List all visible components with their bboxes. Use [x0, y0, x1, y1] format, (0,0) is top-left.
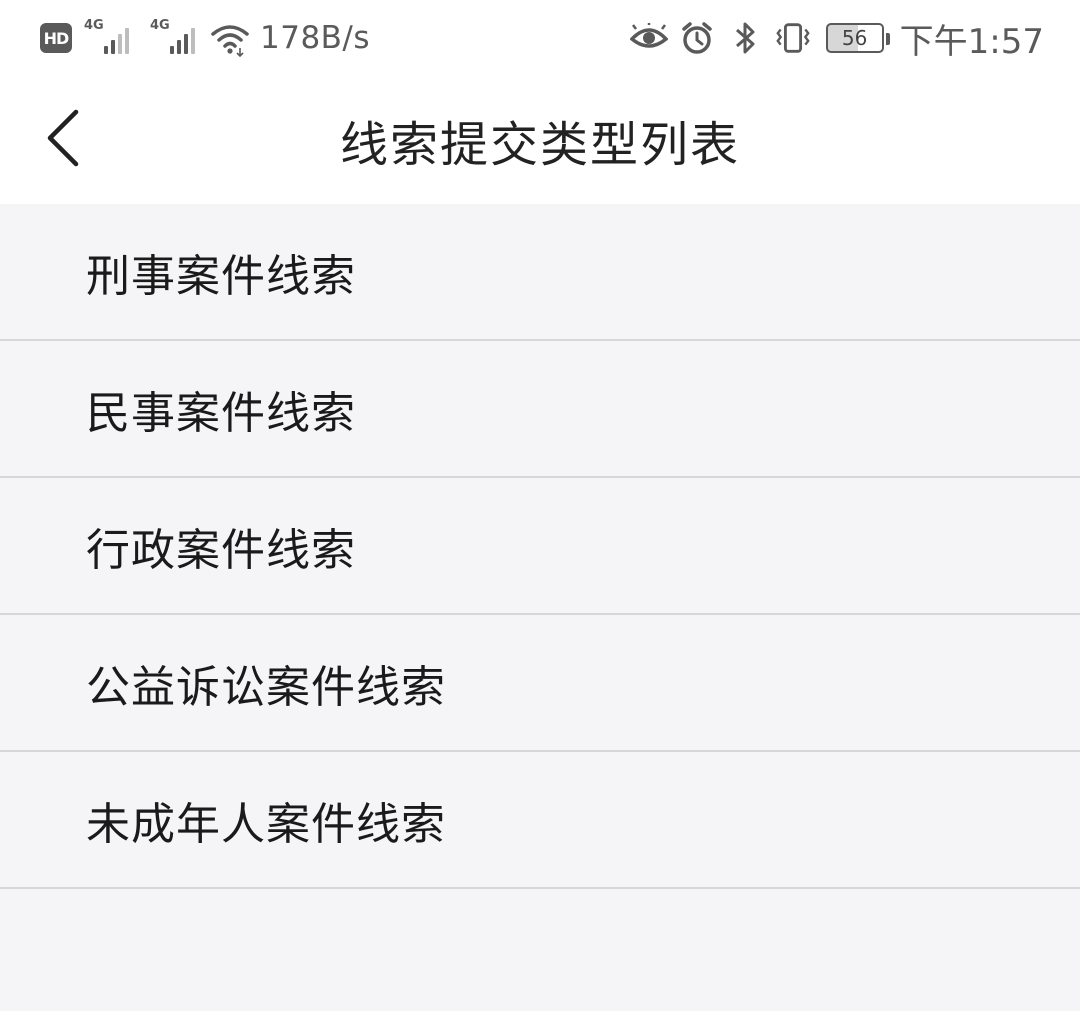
nav-bar: 线索提交类型列表: [0, 76, 1080, 204]
hd-badge: HD: [40, 23, 72, 53]
status-bar-left: HD 4G 4G 178B/s: [40, 0, 370, 76]
bluetooth-icon: [726, 19, 764, 57]
cellular-signal-icon-2: 4G: [148, 18, 204, 58]
wifi-icon: [211, 25, 249, 58]
clock: 下午1:57: [899, 21, 1044, 62]
status-bar-right: 56 下午1:57: [620, 0, 1044, 76]
list-item-public-interest[interactable]: 公益诉讼案件线索: [0, 615, 1080, 752]
network-speed: 178B/s: [260, 20, 371, 56]
list-item-civil[interactable]: 民事案件线索: [0, 341, 1080, 478]
signal-type-label: 4G: [84, 18, 104, 33]
page-title: 线索提交类型列表: [339, 117, 740, 173]
eye-comfort-icon: [629, 19, 668, 57]
cellular-signal-icon: 4G: [82, 18, 138, 58]
status-bar: HD 4G 4G 178B/s 56 下午1:57: [0, 0, 1080, 76]
clue-type-list: 刑事案件线索 民事案件线索 行政案件线索 公益诉讼案件线索 未成年人案件线索: [0, 204, 1080, 889]
list-item-administrative[interactable]: 行政案件线索: [0, 478, 1080, 615]
list-item-criminal[interactable]: 刑事案件线索: [0, 204, 1080, 341]
signal-type-label-2: 4G: [150, 18, 170, 33]
battery-icon: 56: [825, 23, 890, 53]
alarm-icon: [678, 19, 716, 57]
list-item-minors[interactable]: 未成年人案件线索: [0, 752, 1080, 889]
vibrate-icon: [774, 19, 812, 57]
